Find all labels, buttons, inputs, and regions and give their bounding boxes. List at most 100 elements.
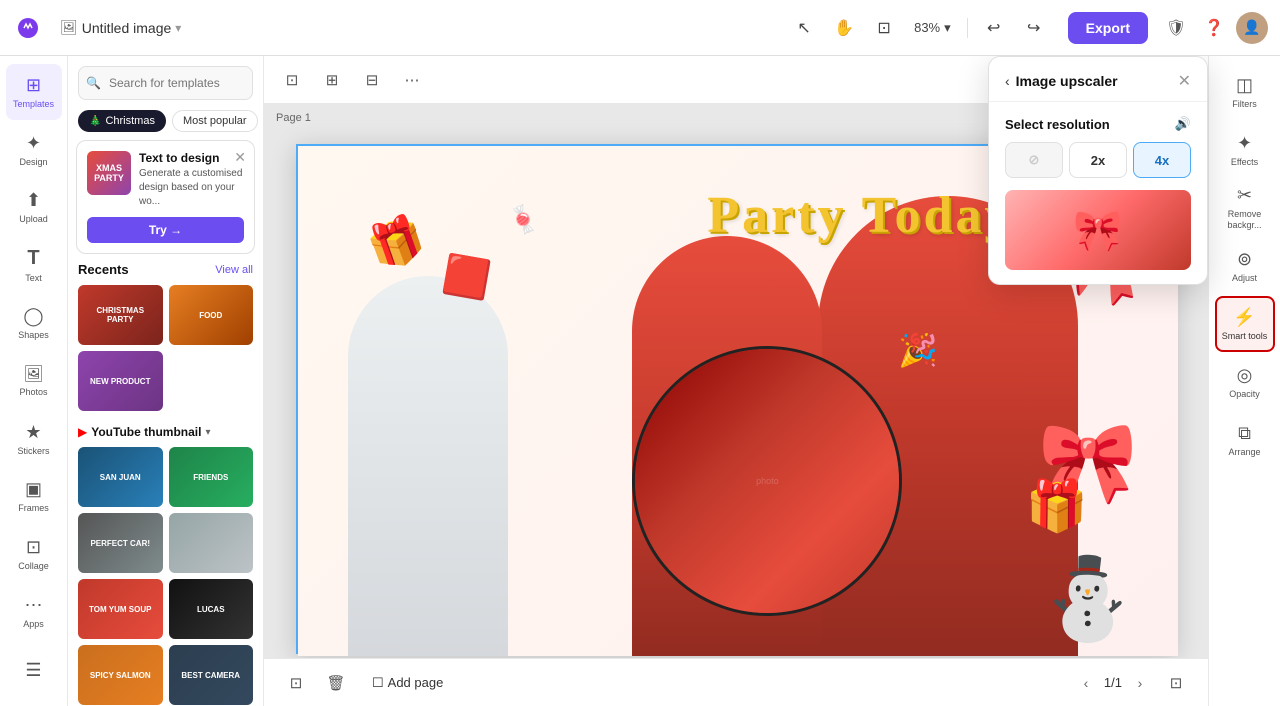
tag-most-popular[interactable]: Most popular: [172, 110, 258, 132]
upscaler-close-button[interactable]: ✕: [1178, 71, 1191, 91]
delete-page-button[interactable]: 🗑: [320, 667, 352, 699]
filters-label: Filters: [1232, 99, 1257, 110]
food-thumb-label: FOOD: [197, 309, 224, 322]
prev-page-button[interactable]: ‹: [1074, 671, 1098, 695]
youtube-section-label: YouTube thumbnail: [91, 425, 201, 439]
tag-christmas[interactable]: 🎄 Christmas: [78, 110, 166, 132]
yt-thumb-camera[interactable]: BEST CAMERA: [169, 645, 254, 705]
flip-button[interactable]: ⊟: [356, 64, 388, 96]
title-chevron-icon[interactable]: ▾: [175, 21, 181, 35]
person-left: [348, 276, 508, 656]
ttd-title: Text to design: [139, 151, 244, 165]
right-panel-adjust[interactable]: ⊚ Adjust: [1215, 238, 1275, 294]
camera-label: BEST CAMERA: [179, 669, 242, 682]
yt-thumb-salmon[interactable]: SPICY SALMON: [78, 645, 163, 705]
document-icon: 🖼: [60, 19, 78, 36]
ttd-try-button[interactable]: Try →: [87, 217, 244, 243]
sidebar-item-photos[interactable]: 🖼 Photos: [6, 353, 62, 409]
page-navigation: ‹ 1/1 ›: [1074, 671, 1152, 695]
right-panel-effects[interactable]: ✦ Effects: [1215, 122, 1275, 178]
sidebar-item-collage[interactable]: ⊡ Collage: [6, 526, 62, 582]
export-button[interactable]: Export: [1068, 12, 1148, 44]
topbar-tools: ↖ ✋ ⊡ 83% ▾ ↩ ↪: [786, 10, 1052, 46]
recent-thumbnail-product[interactable]: NEW PRODUCT: [78, 351, 163, 411]
sidebar-item-templates[interactable]: ⊞ Templates: [6, 64, 62, 120]
frames-icon: ▣: [25, 479, 42, 500]
sidebar-item-shapes[interactable]: ◯ Shapes: [6, 295, 62, 351]
yt-thumb-car2[interactable]: [169, 513, 254, 573]
smart-tools-icon: ⚡: [1233, 307, 1255, 328]
youtube-grid: SAN JUAN FRIENDS PERFECT CAR! TOM YUM S: [78, 447, 253, 706]
fullscreen-button[interactable]: ⊡: [1160, 667, 1192, 699]
opacity-label: Opacity: [1229, 389, 1260, 400]
undo-redo-group: ↩ ↪: [976, 10, 1052, 46]
youtube-header[interactable]: ▶ YouTube thumbnail ▾: [78, 425, 253, 439]
yt-thumb-soup[interactable]: TOM YUM SOUP: [78, 579, 163, 639]
redo-button[interactable]: ↪: [1016, 10, 1052, 46]
logo-button[interactable]: [12, 12, 44, 44]
add-page-button[interactable]: ☐ Add page: [360, 669, 455, 697]
text-icon: T: [27, 247, 39, 270]
shield-icon[interactable]: 🛡: [1160, 12, 1192, 44]
select-resolution-label: Select resolution: [1005, 117, 1110, 132]
red-cube-deco: 🟥: [440, 252, 494, 304]
sidebar-item-more[interactable]: ☰: [6, 642, 62, 698]
arrange-label: Arrange: [1228, 447, 1260, 458]
recent-thumbnail-food[interactable]: FOOD: [169, 285, 254, 345]
sidebar-item-design[interactable]: ✦ Design: [6, 122, 62, 178]
connect-button[interactable]: ⊞: [316, 64, 348, 96]
text-to-design-close-button[interactable]: ✕: [234, 149, 246, 166]
next-page-button[interactable]: ›: [1128, 671, 1152, 695]
upscaler-2x-button[interactable]: 2x: [1069, 142, 1127, 178]
zoom-value: 83%: [914, 20, 940, 35]
sidebar-item-stickers[interactable]: ★ Stickers: [6, 411, 62, 467]
youtube-icon: ▶: [78, 425, 87, 439]
yt-thumb-sanjuan[interactable]: SAN JUAN: [78, 447, 163, 507]
rotation-handle[interactable]: ↻: [731, 656, 744, 658]
right-panel-opacity[interactable]: ◎ Opacity: [1215, 354, 1275, 410]
tags-row: 🎄 Christmas Most popular: [68, 106, 263, 140]
right-panel-remove-bg[interactable]: ✂ Remove backgr...: [1215, 180, 1275, 236]
panel-scrollable-content: Recents View all CHRISTMASPARTY FOOD NEW…: [68, 262, 263, 706]
upscaler-back-button[interactable]: ‹ Image upscaler: [1005, 73, 1118, 89]
search-input[interactable]: [78, 66, 253, 100]
yt-thumb-car[interactable]: PERFECT CAR!: [78, 513, 163, 573]
right-panel-arrange[interactable]: ⧉ Arrange: [1215, 412, 1275, 468]
sidebar-item-text[interactable]: T Text: [6, 237, 62, 293]
undo-button[interactable]: ↩: [976, 10, 1012, 46]
recent-thumbnail-christmas[interactable]: CHRISTMASPARTY: [78, 285, 163, 345]
zoom-level-button[interactable]: 83% ▾: [906, 10, 959, 46]
ttd-top-area: XMASPARTY Text to design Generate a cust…: [87, 151, 244, 209]
upscaler-header: ‹ Image upscaler ✕: [989, 57, 1207, 102]
circle-frame: photo: [632, 346, 902, 616]
right-panel-smart-tools[interactable]: ⚡ Smart tools: [1215, 296, 1275, 352]
ttd-thumbnail: XMASPARTY: [87, 151, 131, 195]
template-panel: 🔍 🎄 Christmas Most popular ✕: [68, 56, 264, 706]
christmas-thumb-label: CHRISTMASPARTY: [94, 304, 146, 326]
bottom-left-tools: ⊡ 🗑 ☐ Add page: [280, 667, 455, 699]
hand-tool-button[interactable]: ✋: [826, 10, 862, 46]
zoom-chevron-icon: ▾: [944, 20, 951, 36]
product-thumb-label: NEW PRODUCT: [88, 375, 152, 388]
grid-view-button[interactable]: ⊡: [280, 667, 312, 699]
select-tool-button[interactable]: ↖: [786, 10, 822, 46]
upscaler-4x-button[interactable]: 4x: [1133, 142, 1191, 178]
right-panel-filters[interactable]: ◫ Filters: [1215, 64, 1275, 120]
smart-tools-label: Smart tools: [1222, 331, 1268, 342]
frame-tool-button[interactable]: ⊡: [866, 10, 902, 46]
right-sidebar: ‹ Image upscaler ✕ Select resolution 🔊 ⊘: [1208, 56, 1280, 706]
bow-preview-deco: 🎀: [1073, 207, 1123, 254]
more-options-button[interactable]: ⋯: [396, 64, 428, 96]
yt-thumb-lucas[interactable]: LUCAS: [169, 579, 254, 639]
user-avatar[interactable]: 👤: [1236, 12, 1268, 44]
add-page-icon: ☐: [372, 675, 384, 691]
sidebar-item-apps[interactable]: ⋯ Apps: [6, 584, 62, 640]
sidebar-item-upload[interactable]: ⬆ Upload: [6, 180, 62, 236]
upscaler-none-button[interactable]: ⊘: [1005, 142, 1063, 178]
yt-thumb-friends[interactable]: FRIENDS: [169, 447, 254, 507]
view-all-link[interactable]: View all: [215, 264, 253, 276]
sidebar-item-frames[interactable]: ▣ Frames: [6, 469, 62, 525]
crop-button[interactable]: ⊡: [276, 64, 308, 96]
help-icon[interactable]: ❓: [1198, 12, 1230, 44]
adjust-icon: ⊚: [1237, 249, 1252, 270]
